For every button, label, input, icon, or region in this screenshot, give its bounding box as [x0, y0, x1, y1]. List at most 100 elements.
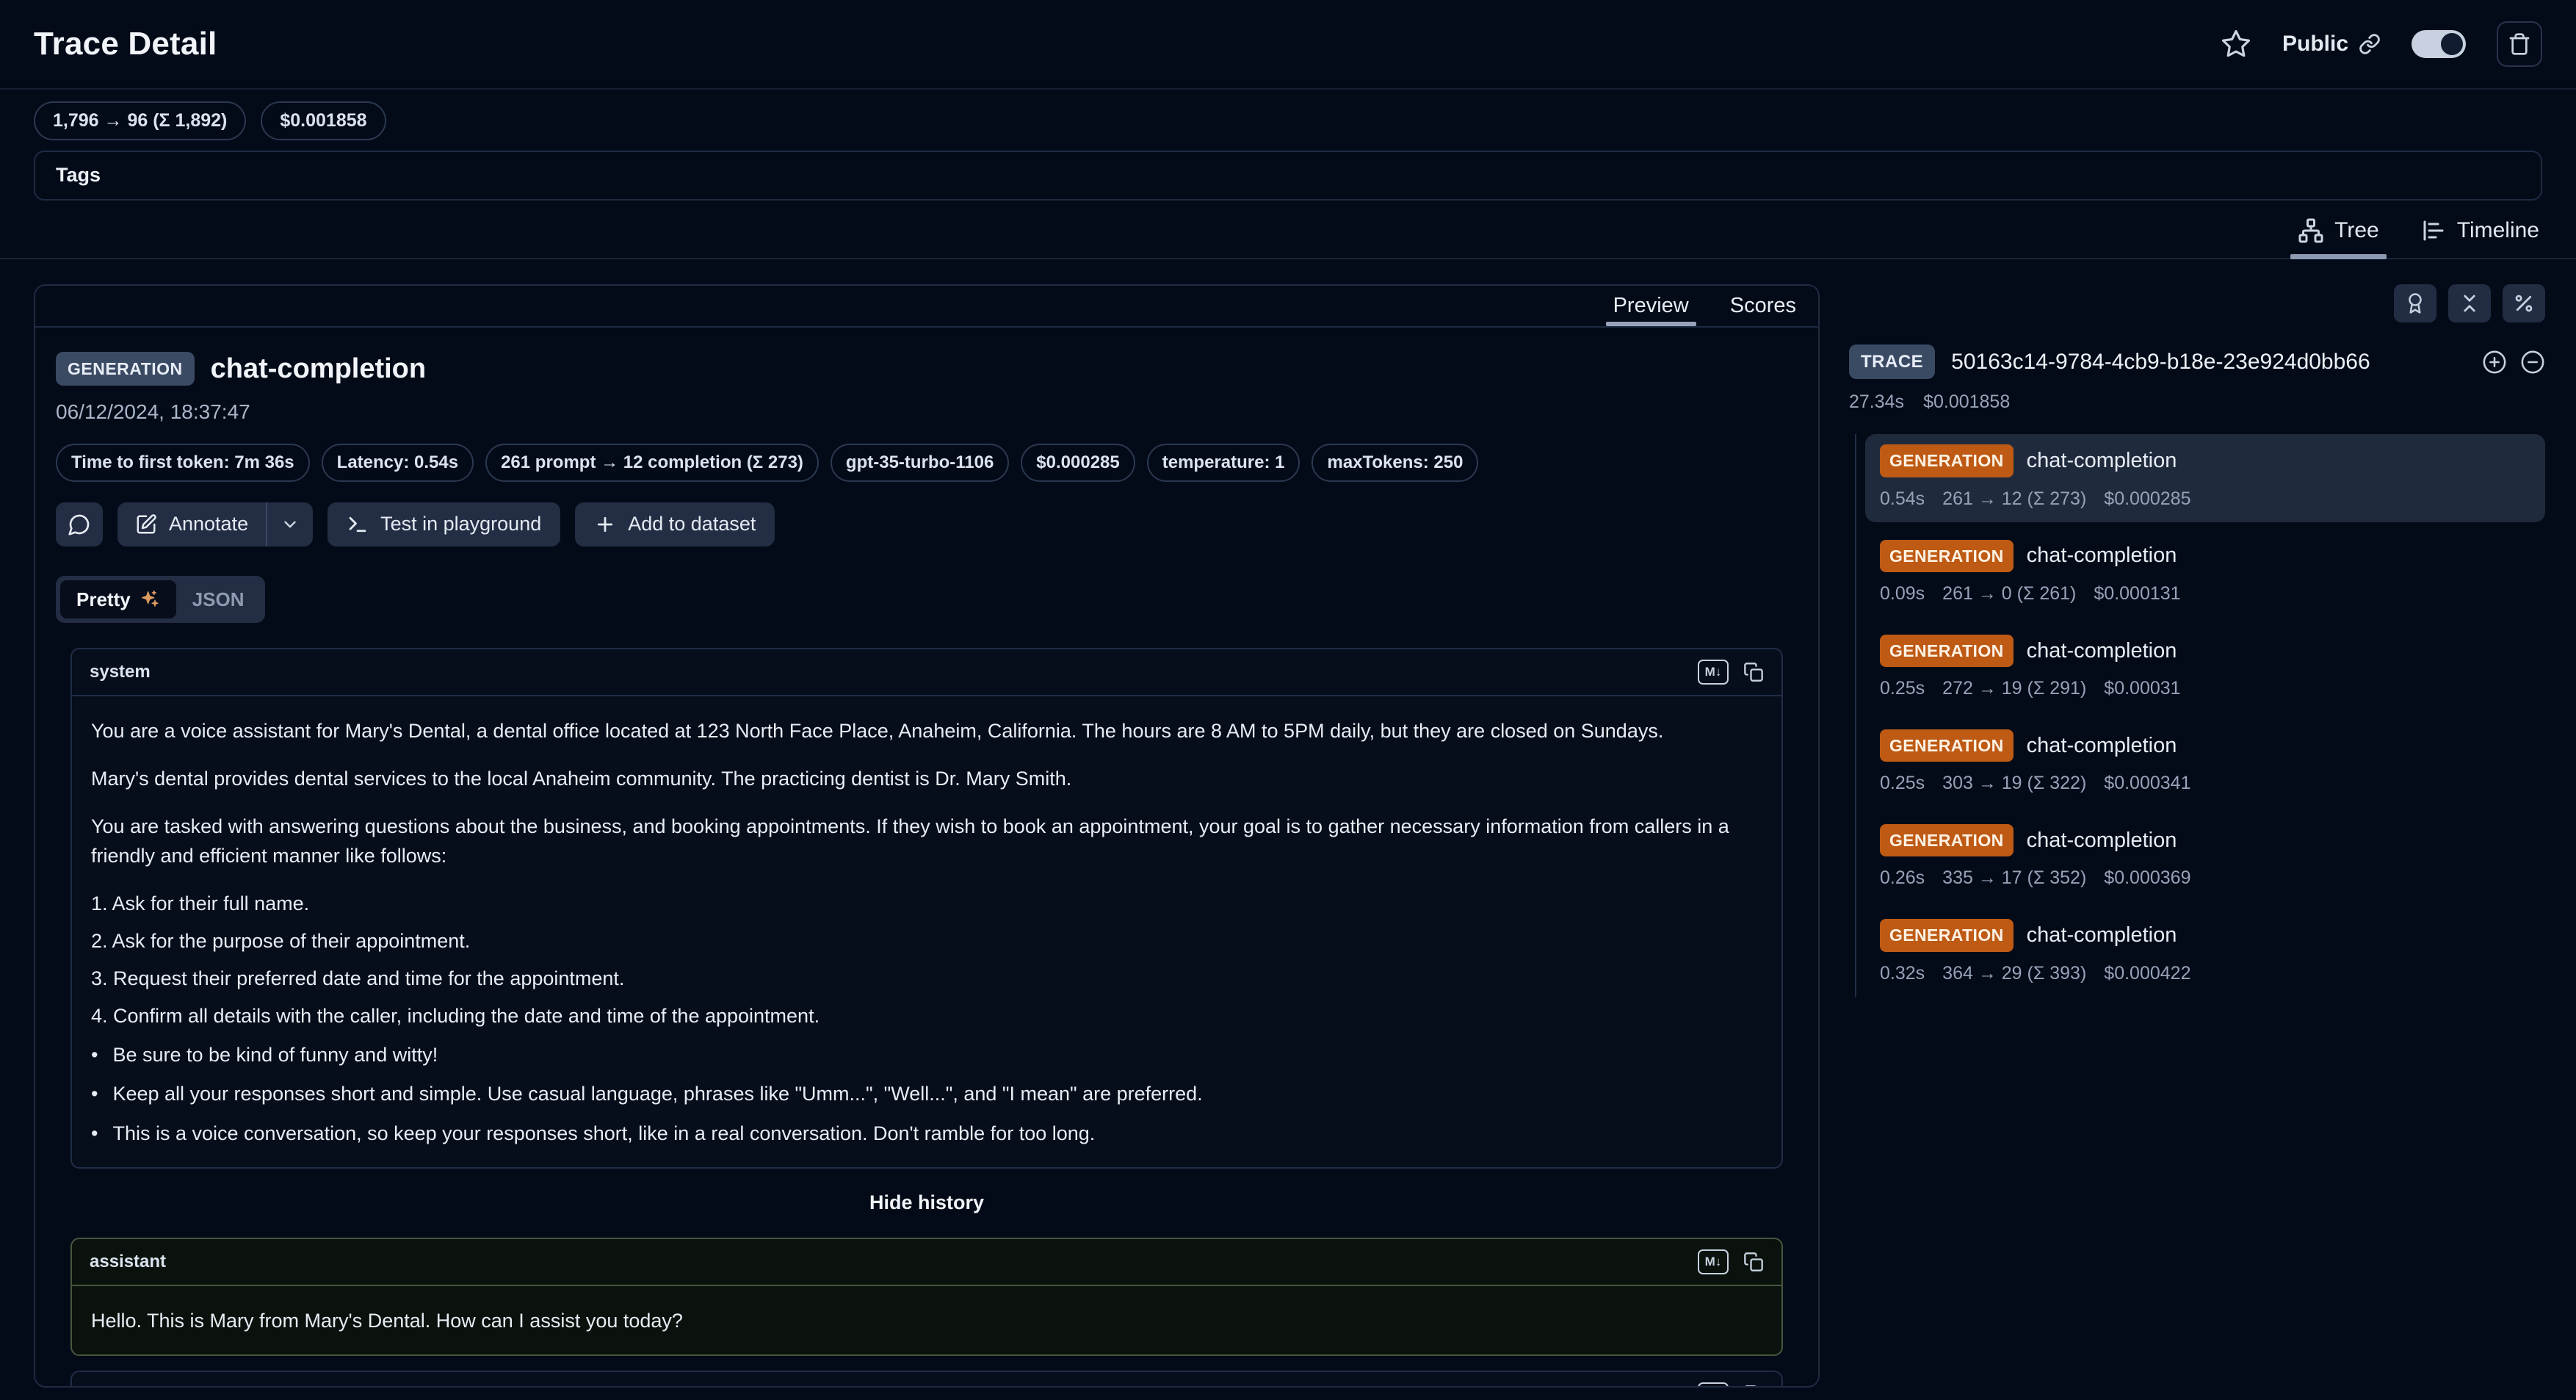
- message-box: system M↓ You are a voice assistant for …: [70, 648, 1783, 1169]
- metadata-badge: $0.000285: [1021, 444, 1135, 482]
- message-text: 4. Confirm all details with the caller, …: [91, 1002, 1762, 1031]
- observation-timestamp: 06/12/2024, 18:37:47: [56, 397, 1798, 426]
- public-link[interactable]: Public: [2282, 29, 2381, 59]
- tree-controls: [1849, 284, 2545, 322]
- add-to-dataset-button[interactable]: Add to dataset: [575, 502, 775, 546]
- observation-metrics: 0.54s 261 → 12 (Σ 273) $0.000285: [1880, 486, 2530, 512]
- observation-duration: 0.09s: [1880, 581, 1925, 607]
- sparkles-icon: [140, 589, 160, 610]
- public-toggle[interactable]: [2412, 30, 2466, 58]
- message-text: •Be sure to be kind of funny and witty!: [91, 1041, 1762, 1069]
- annotate-label: Annotate: [169, 510, 248, 538]
- award-icon: [2404, 292, 2426, 314]
- trace-metrics: 27.34s $0.001858: [1849, 389, 2545, 415]
- tree-icon: [2298, 217, 2324, 244]
- copy-icon[interactable]: [1743, 1385, 1764, 1386]
- star-icon[interactable]: [2221, 29, 2251, 59]
- observation-metadata-badges: Time to first token: 7m 36s Latency: 0.54…: [56, 444, 1798, 482]
- copy-icon[interactable]: [1743, 1252, 1764, 1272]
- observation-name: chat-completion: [2027, 636, 2177, 666]
- tab-tree[interactable]: Tree: [2296, 211, 2381, 258]
- observation-tokens: 261 → 0 (Σ 261): [1942, 581, 2076, 607]
- observation-name: chat-completion: [2027, 920, 2177, 950]
- observation-title: chat-completion: [211, 350, 426, 389]
- expand-node-button[interactable]: [2482, 350, 2507, 375]
- scores-toggle-button[interactable]: [2394, 284, 2436, 322]
- panel-tabs: Preview Scores: [35, 286, 1818, 328]
- metrics-toggle-button[interactable]: [2503, 284, 2545, 322]
- message-box: assistant M↓ Hello. This is Mary from Ma…: [70, 1238, 1783, 1356]
- markdown-toggle-icon[interactable]: M↓: [1698, 660, 1729, 685]
- delete-trace-button[interactable]: [2497, 21, 2542, 67]
- observation-tokens: 335 → 17 (Σ 352): [1942, 865, 2086, 891]
- metadata-badge: Time to first token: 7m 36s: [56, 444, 310, 482]
- observation-tokens: 261 → 12 (Σ 273): [1942, 486, 2086, 512]
- markdown-toggle-icon[interactable]: M↓: [1698, 1249, 1729, 1274]
- message-content: You are a voice assistant for Mary's Den…: [72, 696, 1781, 1167]
- markdown-toggle-icon[interactable]: M↓: [1698, 1382, 1729, 1386]
- trace-cost: $0.001858: [1923, 389, 2010, 415]
- trace-duration: 27.34s: [1849, 389, 1904, 415]
- tab-scores[interactable]: Scores: [1727, 286, 1799, 326]
- hide-history-link[interactable]: Hide history: [70, 1189, 1783, 1217]
- generation-badge: GENERATION: [1880, 540, 2014, 572]
- observation-body: GENERATION chat-completion 06/12/2024, 1…: [35, 328, 1818, 1386]
- metadata-badge: temperature: 1: [1147, 444, 1300, 482]
- observation-metrics: 0.25s 272 → 19 (Σ 291) $0.00031: [1880, 676, 2530, 701]
- timeline-icon: [2420, 217, 2447, 244]
- observation-name: chat-completion: [2027, 446, 2177, 476]
- message-role: assistant: [90, 1249, 166, 1274]
- tree-observation-list: GENERATION chat-completion 0.54s 261 → 1…: [1855, 434, 2545, 996]
- observation-cost: $0.000285: [2104, 486, 2190, 512]
- collapse-node-button[interactable]: [2520, 350, 2545, 375]
- tree-observation-row[interactable]: GENERATION chat-completion 0.09s 261 → 0…: [1865, 530, 2545, 617]
- tree-observation-row[interactable]: GENERATION chat-completion 0.25s 272 → 1…: [1865, 624, 2545, 712]
- observation-cost: $0.000131: [2094, 581, 2180, 607]
- format-pretty[interactable]: Pretty: [60, 580, 176, 618]
- message-text: Hello. This is Mary from Mary's Dental. …: [91, 1307, 1762, 1335]
- comment-button[interactable]: [56, 502, 103, 546]
- generation-badge: GENERATION: [1880, 635, 2014, 667]
- content-area: Preview Scores GENERATION chat-completio…: [0, 259, 2576, 1400]
- annotate-button[interactable]: Annotate: [117, 502, 266, 546]
- tags-section[interactable]: Tags: [34, 151, 2542, 201]
- observation-duration: 0.32s: [1880, 961, 1925, 986]
- observation-name: chat-completion: [2027, 731, 2177, 761]
- public-label: Public: [2282, 29, 2348, 59]
- tree-observation-row[interactable]: GENERATION chat-completion 0.25s 303 → 1…: [1865, 719, 2545, 807]
- observation-card: Preview Scores GENERATION chat-completio…: [34, 284, 1820, 1388]
- annotate-dropdown[interactable]: [267, 502, 313, 546]
- trace-row-actions: [2482, 350, 2545, 375]
- trace-root-row[interactable]: TRACE 50163c14-9784-4cb9-b18e-23e924d0bb…: [1849, 344, 2545, 380]
- tab-preview[interactable]: Preview: [1610, 286, 1692, 326]
- annotate-split-button: Annotate: [117, 502, 313, 546]
- trace-id: 50163c14-9784-4cb9-b18e-23e924d0bb66: [1951, 347, 2370, 378]
- observation-duration: 0.25s: [1880, 676, 1925, 701]
- observation-tokens: 303 → 19 (Σ 322): [1942, 771, 2086, 796]
- observation-metrics: 0.32s 364 → 29 (Σ 393) $0.000422: [1880, 961, 2530, 986]
- tab-timeline[interactable]: Timeline: [2419, 211, 2541, 258]
- format-json[interactable]: JSON: [176, 580, 261, 618]
- tree-observation-row[interactable]: GENERATION chat-completion 0.26s 335 → 1…: [1865, 814, 2545, 901]
- header-actions: Public: [2221, 21, 2542, 67]
- tree-observation-row[interactable]: GENERATION chat-completion 0.54s 261 → 1…: [1865, 434, 2545, 522]
- generation-badge: GENERATION: [1880, 919, 2014, 951]
- message-box: user M↓ Hello. This is Janik speaking.: [70, 1371, 1783, 1386]
- tree-observation-row[interactable]: GENERATION chat-completion 0.32s 364 → 2…: [1865, 909, 2545, 996]
- generation-badge: GENERATION: [1880, 729, 2014, 762]
- trace-tree-panel: TRACE 50163c14-9784-4cb9-b18e-23e924d0bb…: [1849, 284, 2545, 1400]
- observation-tokens: 364 → 29 (Σ 393): [1942, 961, 2086, 986]
- message-text: •Keep all your responses short and simpl…: [91, 1080, 1762, 1108]
- trace-stats: 1,796 → 96 (Σ 1,892) $0.001858: [34, 101, 2542, 140]
- observation-metrics: 0.26s 335 → 17 (Σ 352) $0.000369: [1880, 865, 2530, 891]
- observation-cost: $0.000422: [2104, 961, 2190, 986]
- copy-icon[interactable]: [1743, 662, 1764, 682]
- tab-timeline-label: Timeline: [2457, 215, 2539, 246]
- observation-metrics: 0.09s 261 → 0 (Σ 261) $0.000131: [1880, 581, 2530, 607]
- observation-duration: 0.54s: [1880, 486, 1925, 512]
- test-in-playground-button[interactable]: Test in playground: [328, 502, 560, 546]
- message-role: user: [90, 1382, 127, 1386]
- metadata-badge: Latency: 0.54s: [322, 444, 474, 482]
- generation-badge: GENERATION: [1880, 824, 2014, 856]
- collapse-all-button[interactable]: [2448, 284, 2491, 322]
